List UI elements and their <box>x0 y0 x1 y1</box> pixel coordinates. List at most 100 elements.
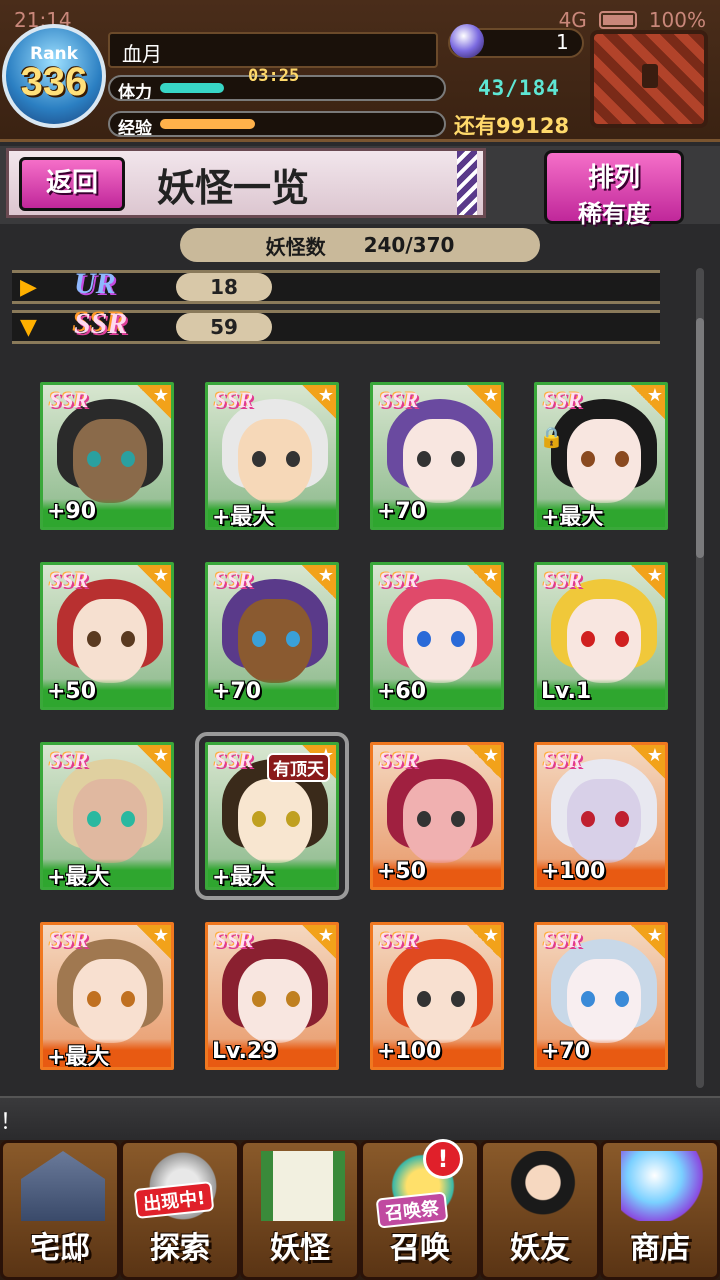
portrait-eye <box>87 631 101 647</box>
title-stripe <box>457 151 477 215</box>
ssr-badge: SSR <box>74 307 128 340</box>
rarity-row-ur[interactable]: ▶ UR 18 <box>12 267 660 304</box>
rarity-row-ssr[interactable]: ▼ SSR 59 <box>12 307 660 344</box>
portrait-eye <box>417 631 431 647</box>
card-rarity: SSR <box>214 747 254 772</box>
battery-icon <box>598 11 637 29</box>
portrait-eye <box>581 811 595 827</box>
portrait-eye <box>286 811 300 827</box>
card-level: +70 <box>373 499 501 527</box>
scrollbar-thumb[interactable] <box>696 318 704 558</box>
monster-card[interactable]: SSR ★ +50 <box>40 562 174 710</box>
portrait-eye <box>581 991 595 1007</box>
portrait-face <box>73 599 147 683</box>
stamina-count: 43/184 <box>478 76 560 100</box>
card-level: +50 <box>43 679 171 707</box>
news-ticker[interactable]: ！ <box>0 1096 720 1142</box>
card-rarity: SSR <box>543 567 583 592</box>
card-level: +最大 <box>537 499 665 527</box>
monster-count-label: 妖怪数 <box>265 234 326 259</box>
portrait-face <box>567 779 641 863</box>
nav-item-summon[interactable]: 召唤祭 ! 召唤 <box>360 1139 480 1280</box>
treasure-chest-icon[interactable] <box>590 30 708 128</box>
stamina-fill <box>160 83 225 93</box>
exp-label: 经验 <box>118 119 152 137</box>
portrait-face <box>567 599 641 683</box>
favorite-star-icon: ★ <box>467 565 501 599</box>
card-rarity: SSR <box>543 747 583 772</box>
title-bar: 返回 妖怪一览 排列 稀有度 <box>0 146 720 228</box>
network-label: 4G <box>558 8 587 32</box>
nav-item-shop-orb[interactable]: 商店 <box>600 1140 720 1280</box>
monster-card[interactable]: SSR ★ +100 <box>370 922 504 1070</box>
portrait-eye <box>451 811 465 827</box>
monster-card[interactable]: SSR ★ +90 <box>40 382 174 530</box>
monster-card[interactable]: SSR ★ +50 <box>370 742 504 890</box>
ur-count: 18 <box>176 273 272 301</box>
monster-card[interactable]: SSR ★ +100 <box>534 742 668 890</box>
portrait-face <box>73 419 147 503</box>
monster-card[interactable]: SSR ★ 🔒 +最大 <box>534 382 668 530</box>
scrollbar[interactable] <box>696 268 704 1088</box>
nav-item-house[interactable]: 宅邸 <box>0 1140 120 1280</box>
battery-percent: 100% <box>648 8 706 32</box>
exp-remaining: 还有99128 <box>454 114 570 138</box>
portrait-eye <box>615 991 629 1007</box>
monster-card[interactable]: SSR ★ +最大 <box>205 382 339 530</box>
monster-card[interactable]: SSR ★ +70 <box>534 922 668 1070</box>
nav-label: 妖怪 <box>270 1231 330 1266</box>
portrait-eye <box>252 991 266 1007</box>
exp-gauge: 经验 <box>108 111 446 137</box>
portrait-eye <box>286 631 300 647</box>
portrait-face <box>403 599 477 683</box>
nav-item-monster-scroll[interactable]: 妖怪 <box>240 1140 360 1280</box>
portrait-eye <box>87 991 101 1007</box>
card-level: +最大 <box>208 859 336 887</box>
portrait-eye <box>615 811 629 827</box>
portrait-eye <box>252 631 266 647</box>
rank-badge[interactable]: Rank 336 <box>2 24 106 128</box>
monster-card[interactable]: SSR ★ 有顶天 +最大 <box>195 732 349 900</box>
monster-card[interactable]: SSR ★ Lv.1 <box>534 562 668 710</box>
favorite-star-icon: ★ <box>302 925 336 959</box>
sort-button[interactable]: 排列 稀有度 <box>544 150 684 228</box>
monster-card[interactable]: SSR ★ +最大 <box>40 922 174 1070</box>
monster-card[interactable]: SSR ★ +最大 <box>40 742 174 890</box>
portrait-eye <box>581 451 595 467</box>
monster-card[interactable]: SSR ★ +70 <box>205 562 339 710</box>
nav-item-friend[interactable]: 妖友 <box>480 1140 600 1280</box>
card-rarity: SSR <box>379 387 419 412</box>
favorite-star-icon: ★ <box>467 385 501 419</box>
portrait-eye <box>581 631 595 647</box>
favorite-star-icon: ★ <box>631 565 665 599</box>
portrait-face <box>238 959 312 1043</box>
alert-icon: ! <box>423 1139 463 1179</box>
stamina-timer: 03:25 <box>248 66 300 86</box>
card-level: +最大 <box>43 1039 171 1067</box>
favorite-star-icon: ★ <box>137 385 171 419</box>
monster-scroll-icon <box>261 1151 345 1221</box>
favorite-star-icon: ★ <box>137 745 171 779</box>
monster-count-value: 240/370 <box>363 233 455 257</box>
card-rarity: SSR <box>543 387 583 412</box>
monster-card[interactable]: SSR ★ +70 <box>370 382 504 530</box>
lock-icon: 🔒 <box>539 425 564 449</box>
portrait-eye <box>121 451 135 467</box>
monster-card[interactable]: SSR ★ Lv.29 <box>205 922 339 1070</box>
portrait-eye <box>615 451 629 467</box>
portrait-eye <box>87 811 101 827</box>
card-level: +60 <box>373 679 501 707</box>
portrait-face <box>238 599 312 683</box>
back-button[interactable]: 返回 <box>19 157 125 211</box>
expand-arrow-icon: ▶ <box>20 275 37 300</box>
nav-label: 召唤 <box>390 1231 450 1266</box>
portrait-eye <box>417 811 431 827</box>
monster-card[interactable]: SSR ★ +60 <box>370 562 504 710</box>
card-level: +90 <box>43 499 171 527</box>
card-level: +100 <box>373 1039 501 1067</box>
portrait-face <box>567 419 641 503</box>
favorite-star-icon: ★ <box>467 925 501 959</box>
ur-badge: UR <box>74 267 116 300</box>
nav-item-explore[interactable]: 出现中! 探索 <box>120 1140 240 1280</box>
portrait-eye <box>252 451 266 467</box>
